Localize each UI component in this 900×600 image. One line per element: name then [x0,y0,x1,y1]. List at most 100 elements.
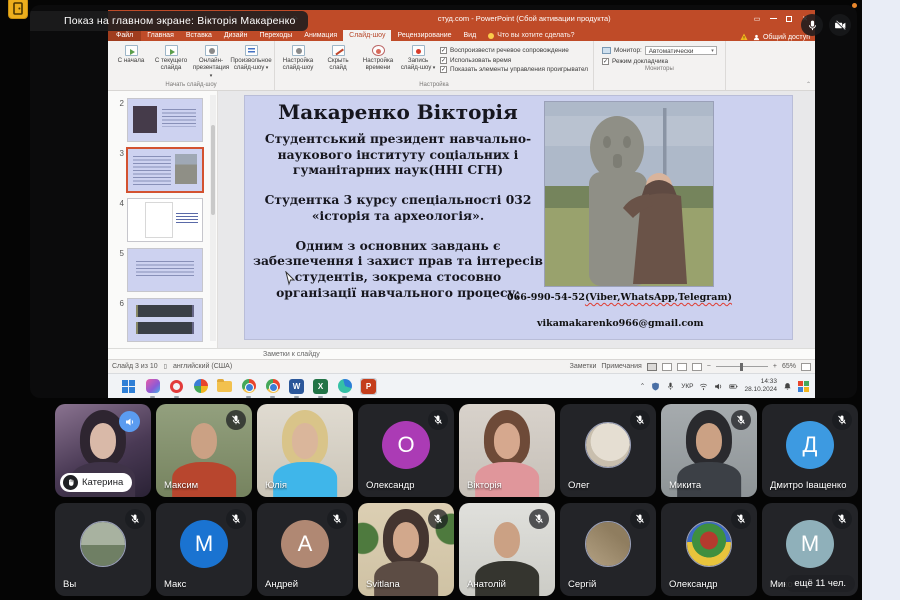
zoom-in-icon[interactable]: + [773,363,777,370]
keyboard-layout[interactable]: УКР [681,383,693,390]
notes-toggle[interactable]: Заметки [570,363,597,370]
custom-slideshow-button[interactable]: Произвольное слайд-шоу [231,43,271,72]
fit-slide-icon[interactable] [801,363,811,371]
thumbnail-slide-3[interactable]: 3 [114,149,217,191]
participant-tile-katerina[interactable]: Катерина [55,404,151,497]
taskbar-word[interactable]: W [288,378,305,395]
current-slide[interactable]: Макаренко Вікторія Студентський президен… [245,96,792,339]
from-beginning-button[interactable]: С начала [111,43,151,64]
participant-tile-andrei[interactable]: А Андрей [257,503,353,596]
presenter-view-checkbox[interactable]: ✓Режим докладчика [602,58,717,65]
volume-icon[interactable] [714,382,723,391]
participant-tile-viktoriia[interactable]: Вікторія [459,404,555,497]
taskbar-opera[interactable] [168,378,185,395]
participant-tile-mykyta[interactable]: Микита [661,404,757,497]
screen-share-tile[interactable]: Показ на главном экране: Вікторія Макаре… [30,5,857,398]
shield-icon[interactable] [651,382,660,391]
taskbar-powerpoint-active[interactable]: P [360,378,377,395]
participant-tile-you[interactable]: Вы [55,503,151,596]
taskbar-explorer[interactable] [216,378,233,395]
app-grid-icon[interactable] [798,381,809,392]
minimize-button[interactable] [766,12,780,25]
tab-transitions[interactable]: Переходы [253,30,298,41]
thumbnail-slide-6[interactable]: 6 [114,299,217,341]
participant-tile-serhii[interactable]: Сергій [560,503,656,596]
tab-file[interactable]: Файл [108,30,141,41]
normal-view-icon[interactable] [647,363,657,371]
comments-toggle[interactable]: Примечания [601,363,641,370]
avatar: А [281,520,329,568]
taskbar-chrome-1[interactable] [240,378,257,395]
reading-view-icon[interactable] [677,363,687,371]
participant-tile-anatolii[interactable]: Анатолій [459,503,555,596]
monitor-select[interactable]: Автоматически [645,46,717,55]
language-indicator[interactable]: английский (США) [173,363,232,370]
participant-tile-svitlana[interactable]: Svitlana [358,503,454,596]
record-slideshow-button[interactable]: Запись слайд-шоу [398,43,438,72]
taskbar-excel[interactable]: X [312,378,329,395]
tab-view[interactable]: Вид [458,30,483,41]
slide-editor-area[interactable]: Макаренко Вікторія Студентський президен… [218,91,815,348]
taskbar-edge[interactable] [336,378,353,395]
participant-tile-oleksandr-2[interactable]: Олександр [661,503,757,596]
show-media-controls-checkbox[interactable]: ✓Показать элементы управления проигрыват… [440,66,588,73]
zoom-level[interactable]: 65% [782,363,796,370]
taskbar-chrome-2[interactable] [264,378,281,395]
from-current-slide-button[interactable]: С текущего слайда [151,43,191,71]
notes-pane[interactable]: Заметки к слайду [108,348,815,359]
slide-3-preview-selected[interactable] [128,149,202,191]
thumbnail-scrollbar[interactable] [210,95,216,341]
thumbnail-slide-2[interactable]: 2 [114,99,217,141]
slide-thumbnail-panel[interactable]: 2 3 4 5 6 [108,91,218,348]
play-narrations-checkbox[interactable]: ✓Воспроизвести речевое сопровождение [440,47,588,54]
taskbar-photos[interactable] [144,378,161,395]
tab-insert[interactable]: Вставка [180,30,218,41]
participant-tile-maksym[interactable]: Максим [156,404,252,497]
hide-slide-button[interactable]: Скрыть слайд [318,43,358,71]
zoom-slider[interactable] [716,366,768,367]
participant-tile-yuliia[interactable]: Юлія [257,404,353,497]
camera-off-icon[interactable] [829,14,851,36]
clock[interactable]: 14:3328.10.2024 [744,378,777,394]
tray-mic-icon[interactable] [666,382,675,391]
participant-tile-myko[interactable]: М Мико ещё 11 чел. [762,503,858,596]
slide-2-preview[interactable] [128,99,202,141]
use-timings-checkbox[interactable]: ✓Использовать время [440,57,588,64]
tab-review[interactable]: Рецензирование [391,30,457,41]
avatar-photo [586,423,630,467]
excel-icon: X [313,379,328,394]
participant-tile-oleh[interactable]: Олег [560,404,656,497]
participant-tile-dmytro[interactable]: Д Дмитро Іващенко [762,404,858,497]
thumbnail-slide-4[interactable]: 4 [114,199,217,241]
participant-tile-oleksandr[interactable]: О Олександр [358,404,454,497]
slide-5-preview[interactable] [128,249,202,291]
slide-6-preview[interactable] [128,299,202,341]
slide-4-preview[interactable] [128,199,202,241]
tray-expand-icon[interactable]: ⌃ [640,382,645,390]
spellcheck-icon[interactable]: ▯ [164,363,167,370]
rehearse-timings-button[interactable]: Настройка времени [358,43,398,71]
record-icon [412,45,425,56]
wifi-icon[interactable] [699,382,708,391]
notification-bell-icon[interactable] [783,382,792,391]
ribbon-options-icon[interactable]: ▭ [750,12,764,25]
thumbnail-slide-5[interactable]: 5 [114,249,217,291]
collapse-ribbon-icon[interactable]: ⌃ [806,81,811,88]
slide-sorter-view-icon[interactable] [662,363,672,371]
participant-tile-maks[interactable]: М Макс [156,503,252,596]
mic-icon[interactable] [801,14,823,36]
tell-me-box[interactable]: Что вы хотите сделать? [482,30,580,41]
present-online-button[interactable]: Онлайн-презентация [191,43,231,80]
start-button[interactable] [120,378,137,395]
tab-home[interactable]: Главная [141,30,180,41]
setup-slideshow-button[interactable]: Настройка слайд-шоу [278,43,318,71]
slideshow-view-icon[interactable] [692,363,702,371]
zoom-out-icon[interactable]: − [707,363,711,370]
tab-slideshow[interactable]: Слайд-шоу [343,30,391,41]
battery-icon[interactable] [729,382,738,391]
taskbar-browser[interactable] [192,378,209,395]
restore-button[interactable] [782,12,796,25]
more-people-overlay[interactable]: ещё 11 чел. [785,575,855,592]
tab-design[interactable]: Дизайн [218,30,254,41]
tab-animations[interactable]: Анимация [298,30,343,41]
